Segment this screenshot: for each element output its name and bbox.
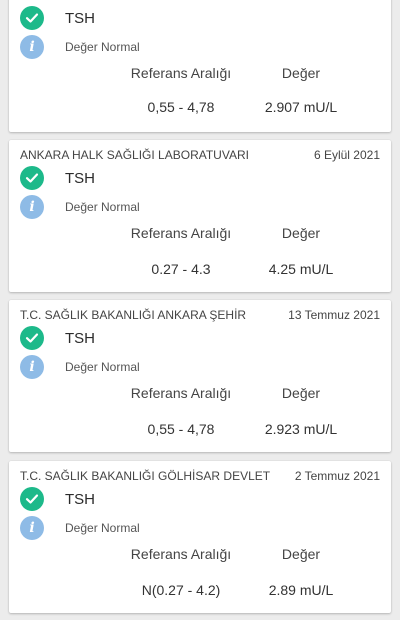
reference-range-value: 0,55 - 4,78: [147, 99, 215, 115]
test-row: TSH: [20, 166, 95, 190]
lab-name: T.C. SAĞLIK BAKANLIĞI ANKARA ŞEHİR: [20, 308, 247, 322]
reference-range-value: 0.27 - 4.3: [151, 261, 211, 277]
status-text: Değer Normal: [65, 360, 140, 374]
info-icon[interactable]: i: [20, 195, 44, 219]
check-circle-icon: [20, 6, 44, 30]
info-icon[interactable]: i: [20, 35, 44, 59]
status-text: Değer Normal: [65, 200, 140, 214]
value-header: Değer: [281, 546, 321, 562]
value-header: Değer: [281, 385, 321, 401]
reference-range-header: Referans Aralığı: [130, 65, 232, 81]
result-value: 4.25 mU/L: [268, 261, 334, 277]
status-row: i Değer Normal: [20, 195, 140, 219]
test-name: TSH: [65, 9, 95, 27]
card-header: T.C. SAĞLIK BAKANLIĞI GÖLHİSAR DEVLET 2 …: [20, 468, 380, 484]
card-header: T.C. SAĞLIK BAKANLIĞI ANKARA ŞEHİR 13 Te…: [20, 307, 380, 323]
status-text: Değer Normal: [65, 40, 140, 54]
test-name: TSH: [65, 169, 95, 187]
value-header: Değer: [281, 225, 321, 241]
lab-result-card[interactable]: T.C. SAĞLIK BAKANLIĞI ANKARA ŞEHİR 13 Te…: [9, 300, 391, 452]
lab-name: T.C. SAĞLIK BAKANLIĞI GÖLHİSAR DEVLET: [20, 469, 271, 483]
test-row: TSH: [20, 6, 95, 30]
card-header: ANKARA HALK SAĞLIĞI LABORATUVARI 6 Eylül…: [20, 147, 380, 163]
info-icon[interactable]: i: [20, 355, 44, 379]
lab-result-card[interactable]: TSH i Değer Normal Referans Aralığı Değe…: [9, 0, 391, 132]
reference-range-header: Referans Aralığı: [130, 385, 232, 401]
result-value: 2.89 mU/L: [268, 582, 334, 598]
status-row: i Değer Normal: [20, 355, 140, 379]
reference-range-header: Referans Aralığı: [130, 225, 232, 241]
check-circle-icon: [20, 326, 44, 350]
test-row: TSH: [20, 326, 95, 350]
reference-range-value: N(0.27 - 4.2): [141, 582, 221, 598]
test-row: TSH: [20, 487, 95, 511]
test-name: TSH: [65, 329, 95, 347]
value-header: Değer: [281, 65, 321, 81]
reference-range-header: Referans Aralığı: [130, 546, 232, 562]
result-date: 6 Eylül 2021: [313, 148, 380, 162]
lab-result-card[interactable]: ANKARA HALK SAĞLIĞI LABORATUVARI 6 Eylül…: [9, 140, 391, 292]
check-circle-icon: [20, 487, 44, 511]
test-name: TSH: [65, 490, 95, 508]
lab-results-list: TSH i Değer Normal Referans Aralığı Değe…: [0, 0, 400, 620]
result-value: 2.923 mU/L: [264, 421, 338, 437]
reference-range-value: 0,55 - 4,78: [147, 421, 215, 437]
result-date: 13 Temmuz 2021: [288, 308, 380, 322]
lab-result-card[interactable]: T.C. SAĞLIK BAKANLIĞI GÖLHİSAR DEVLET 2 …: [9, 461, 391, 613]
status-row: i Değer Normal: [20, 35, 140, 59]
lab-name: ANKARA HALK SAĞLIĞI LABORATUVARI: [20, 148, 249, 162]
info-icon[interactable]: i: [20, 516, 44, 540]
status-text: Değer Normal: [65, 521, 140, 535]
check-circle-icon: [20, 166, 44, 190]
result-value: 2.907 mU/L: [264, 99, 338, 115]
status-row: i Değer Normal: [20, 516, 140, 540]
result-date: 2 Temmuz 2021: [294, 469, 380, 483]
